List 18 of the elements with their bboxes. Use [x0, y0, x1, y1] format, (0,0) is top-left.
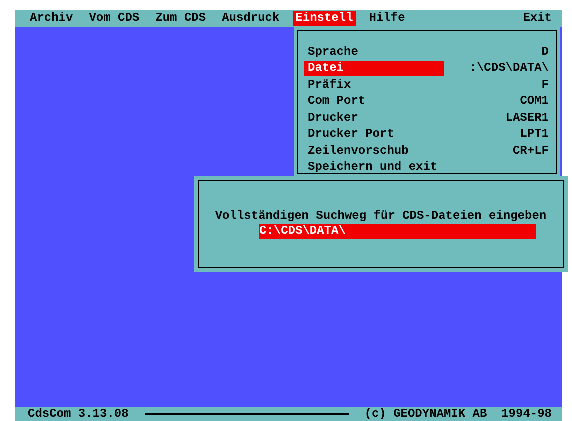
- dropdown-item[interactable]: Präfix F: [304, 77, 550, 94]
- dropdown-item[interactable]: Com Port COM1: [304, 94, 550, 110]
- menu-item[interactable]: Archiv: [27, 11, 76, 26]
- menu-item[interactable]: Ausdruck: [219, 11, 283, 26]
- dialog-prompt: Vollständigen Suchweg für CDS-Dateien eingeben: [215, 209, 547, 224]
- menu-item[interactable]: Hilfe: [366, 11, 408, 26]
- path-input-field[interactable]: C:\CDS\DATA\: [258, 224, 536, 239]
- dropdown-item[interactable]: Sprache D: [304, 44, 550, 60]
- menu-item[interactable]: Vom CDS: [86, 11, 143, 26]
- menu-item[interactable]: Einstell: [292, 11, 356, 26]
- app-version: CdsCom 3.13.08: [28, 406, 129, 421]
- dropdown-item[interactable]: Drucker Port LPT1: [304, 126, 550, 143]
- menu-item[interactable]: Zum CDS: [152, 11, 210, 26]
- dropdown-item[interactable]: Drucker LASER1: [304, 110, 550, 126]
- dropdown-item[interactable]: Speichern und exit: [304, 160, 550, 176]
- exit-menu-item[interactable]: Exit: [523, 11, 552, 26]
- dropdown-item[interactable]: Zeilenvorschub CR+LF: [304, 143, 550, 160]
- copyright-text: (c) GEODYNAMIK AB 1994-98: [364, 406, 552, 421]
